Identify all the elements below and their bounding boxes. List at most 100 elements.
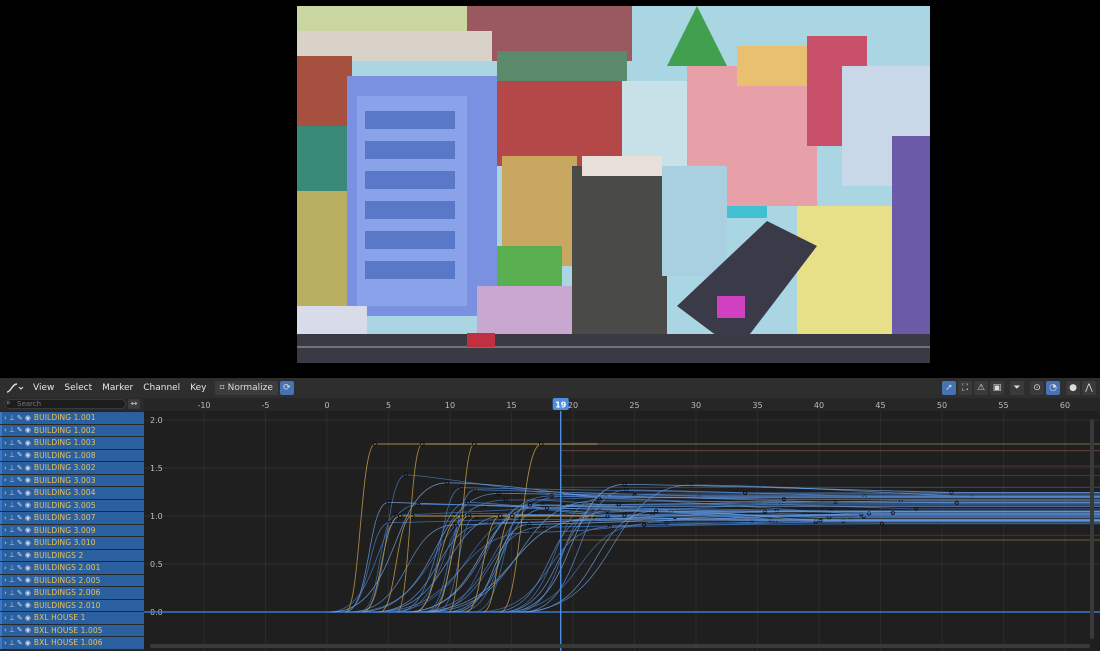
expand-arrow-icon[interactable]: › bbox=[4, 526, 7, 534]
expand-arrow-icon[interactable]: › bbox=[4, 639, 7, 647]
swap-icon[interactable]: ↔ bbox=[128, 399, 140, 409]
visibility-eye-icon[interactable]: ◉ bbox=[25, 551, 31, 559]
visibility-eye-icon[interactable]: ◉ bbox=[25, 589, 31, 597]
expand-arrow-icon[interactable]: › bbox=[4, 626, 7, 634]
pin-icon[interactable]: ✎ bbox=[17, 426, 23, 434]
show-hidden-icon[interactable]: ⛶ bbox=[958, 381, 972, 395]
pin-icon[interactable]: ✎ bbox=[17, 489, 23, 497]
expand-arrow-icon[interactable]: › bbox=[4, 589, 7, 597]
expand-arrow-icon[interactable]: › bbox=[4, 414, 7, 422]
pin-icon[interactable]: ✎ bbox=[17, 576, 23, 584]
expand-arrow-icon[interactable]: › bbox=[4, 476, 7, 484]
only-selected-icon[interactable]: ➚ bbox=[942, 381, 956, 395]
visibility-eye-icon[interactable]: ◉ bbox=[25, 426, 31, 434]
pin-icon[interactable]: ✎ bbox=[17, 564, 23, 572]
pin-icon[interactable]: ✎ bbox=[17, 551, 23, 559]
graph-editor[interactable]: View Select Marker Channel Key ⌗ Normali… bbox=[0, 378, 1100, 651]
channel-row[interactable]: › ⊥ ✎ ◉ BUILDINGS 2.005 bbox=[0, 574, 144, 586]
visibility-eye-icon[interactable]: ◉ bbox=[25, 464, 31, 472]
ghost-curves-icon[interactable]: ▣ bbox=[990, 381, 1004, 395]
channel-row[interactable]: › ⊥ ✎ ◉ BUILDING 3.004 bbox=[0, 487, 144, 499]
frame-ruler[interactable]: -10 -5 0 5 10 15 20 25 30 35 40 45 50 55 60 19 bbox=[144, 398, 1100, 411]
visibility-eye-icon[interactable]: ◉ bbox=[25, 451, 31, 459]
expand-arrow-icon[interactable]: › bbox=[4, 564, 7, 572]
expand-arrow-icon[interactable]: › bbox=[4, 551, 7, 559]
channel-row[interactable]: › ⊥ ✎ ◉ BXL HOUSE 1 bbox=[0, 612, 144, 624]
channel-row[interactable]: › ⊥ ✎ ◉ BUILDING 1.008 bbox=[0, 449, 144, 461]
pin-icon[interactable]: ✎ bbox=[17, 476, 23, 484]
channel-row[interactable]: › ⊥ ✎ ◉ BUILDING 1.003 bbox=[0, 437, 144, 449]
visibility-eye-icon[interactable]: ◉ bbox=[25, 526, 31, 534]
pin-icon[interactable]: ✎ bbox=[17, 539, 23, 547]
channel-row[interactable]: › ⊥ ✎ ◉ BUILDING 3.002 bbox=[0, 462, 144, 474]
only-errors-icon[interactable]: ⚠ bbox=[974, 381, 988, 395]
menu-marker[interactable]: Marker bbox=[97, 378, 138, 398]
snap-icon[interactable]: ◔ bbox=[1046, 381, 1060, 395]
pin-icon[interactable]: ✎ bbox=[17, 514, 23, 522]
pivot-point-icon[interactable]: ⊙ bbox=[1030, 381, 1044, 395]
channel-row[interactable]: › ⊥ ✎ ◉ BUILDINGS 2.006 bbox=[0, 587, 144, 599]
channel-row[interactable]: › ⊥ ✎ ◉ BXL HOUSE 1.006 bbox=[0, 637, 144, 649]
visibility-eye-icon[interactable]: ◉ bbox=[25, 601, 31, 609]
pin-icon[interactable]: ✎ bbox=[17, 464, 23, 472]
channel-row[interactable]: › ⊥ ✎ ◉ BUILDINGS 2.010 bbox=[0, 599, 144, 611]
expand-arrow-icon[interactable]: › bbox=[4, 514, 7, 522]
pin-icon[interactable]: ✎ bbox=[17, 451, 23, 459]
visibility-eye-icon[interactable]: ◉ bbox=[25, 639, 31, 647]
menu-key[interactable]: Key bbox=[185, 378, 211, 398]
proportional-edit-icon[interactable]: ● bbox=[1066, 381, 1080, 395]
visibility-eye-icon[interactable]: ◉ bbox=[25, 489, 31, 497]
visibility-eye-icon[interactable]: ◉ bbox=[25, 501, 31, 509]
visibility-eye-icon[interactable]: ◉ bbox=[25, 476, 31, 484]
falloff-icon[interactable]: ⋀ bbox=[1082, 381, 1096, 395]
menu-view[interactable]: View bbox=[28, 378, 59, 398]
channel-row[interactable]: › ⊥ ✎ ◉ BUILDING 3.003 bbox=[0, 474, 144, 486]
expand-arrow-icon[interactable]: › bbox=[4, 539, 7, 547]
channel-row[interactable]: › ⊥ ✎ ◉ BUILDINGS 2 bbox=[0, 549, 144, 561]
channel-row[interactable]: › ⊥ ✎ ◉ BUILDING 3.009 bbox=[0, 524, 144, 536]
filter-icon[interactable]: ⏷ bbox=[1010, 381, 1024, 395]
channel-row[interactable]: › ⊥ ✎ ◉ BUILDING 1.001 bbox=[0, 412, 144, 424]
pin-icon[interactable]: ✎ bbox=[17, 439, 23, 447]
expand-arrow-icon[interactable]: › bbox=[4, 489, 7, 497]
pin-icon[interactable]: ✎ bbox=[17, 626, 23, 634]
pin-icon[interactable]: ✎ bbox=[17, 601, 23, 609]
visibility-eye-icon[interactable]: ◉ bbox=[25, 564, 31, 572]
auto-normalize-icon[interactable]: ⟳ bbox=[279, 381, 294, 395]
channel-row[interactable]: › ⊥ ✎ ◉ BUILDING 3.005 bbox=[0, 499, 144, 511]
menu-select[interactable]: Select bbox=[59, 378, 97, 398]
expand-arrow-icon[interactable]: › bbox=[4, 426, 7, 434]
channel-search-input[interactable] bbox=[4, 399, 126, 409]
expand-arrow-icon[interactable]: › bbox=[4, 614, 7, 622]
visibility-eye-icon[interactable]: ◉ bbox=[25, 539, 31, 547]
visibility-eye-icon[interactable]: ◉ bbox=[25, 514, 31, 522]
3d-viewport[interactable] bbox=[0, 0, 1100, 378]
channel-row[interactable]: › ⊥ ✎ ◉ BXL HOUSE 1.005 bbox=[0, 624, 144, 636]
expand-arrow-icon[interactable]: › bbox=[4, 501, 7, 509]
normalize-toggle[interactable]: ⌗ Normalize bbox=[214, 381, 278, 395]
expand-arrow-icon[interactable]: › bbox=[4, 576, 7, 584]
pin-icon[interactable]: ✎ bbox=[17, 639, 23, 647]
graph-plot-area[interactable]: 2.01.51.00.50.0 bbox=[144, 411, 1100, 651]
expand-arrow-icon[interactable]: › bbox=[4, 439, 7, 447]
pin-icon[interactable]: ✎ bbox=[17, 501, 23, 509]
pin-icon[interactable]: ✎ bbox=[17, 526, 23, 534]
visibility-eye-icon[interactable]: ◉ bbox=[25, 439, 31, 447]
expand-arrow-icon[interactable]: › bbox=[4, 601, 7, 609]
menu-channel[interactable]: Channel bbox=[138, 378, 185, 398]
channel-list[interactable]: › ⊥ ✎ ◉ BUILDING 1.001 › ⊥ ✎ ◉ BUILDING 1.002 › ⊥ ✎ ◉… bbox=[0, 412, 144, 651]
visibility-eye-icon[interactable]: ◉ bbox=[25, 614, 31, 622]
channel-row[interactable]: › ⊥ ✎ ◉ BUILDING 3.007 bbox=[0, 512, 144, 524]
expand-arrow-icon[interactable]: › bbox=[4, 464, 7, 472]
channel-row[interactable]: › ⊥ ✎ ◉ BUILDINGS 2.001 bbox=[0, 562, 144, 574]
pin-icon[interactable]: ✎ bbox=[17, 414, 23, 422]
visibility-eye-icon[interactable]: ◉ bbox=[25, 576, 31, 584]
pin-icon[interactable]: ✎ bbox=[17, 614, 23, 622]
pin-icon[interactable]: ✎ bbox=[17, 589, 23, 597]
visibility-eye-icon[interactable]: ◉ bbox=[25, 626, 31, 634]
expand-arrow-icon[interactable]: › bbox=[4, 451, 7, 459]
channel-row[interactable]: › ⊥ ✎ ◉ BUILDING 1.002 bbox=[0, 424, 144, 436]
editor-type-button[interactable] bbox=[2, 380, 28, 396]
visibility-eye-icon[interactable]: ◉ bbox=[25, 414, 31, 422]
channel-row[interactable]: › ⊥ ✎ ◉ BUILDING 3.010 bbox=[0, 537, 144, 549]
